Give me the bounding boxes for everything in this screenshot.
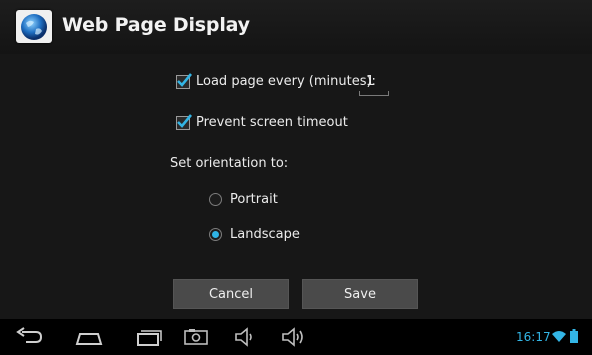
settings-panel: Load page every (minutes): 1 Prevent scr…: [0, 54, 592, 319]
prevent-timeout-row[interactable]: Prevent screen timeout: [176, 113, 348, 130]
volume-down-icon[interactable]: [233, 326, 257, 348]
orientation-label: Set orientation to:: [170, 156, 289, 171]
minutes-input[interactable]: 1: [359, 73, 389, 96]
screenshot-icon[interactable]: [183, 326, 209, 348]
check-icon: [177, 113, 192, 128]
home-icon[interactable]: [74, 326, 104, 348]
load-page-label: Load page every (minutes):: [196, 74, 376, 89]
prevent-timeout-checkbox[interactable]: [176, 113, 192, 130]
back-icon[interactable]: [14, 326, 44, 348]
landscape-label: Landscape: [230, 227, 300, 242]
check-icon: [177, 72, 192, 87]
portrait-radio[interactable]: [209, 193, 222, 206]
load-page-row[interactable]: Load page every (minutes):: [176, 72, 376, 89]
portrait-label: Portrait: [230, 192, 278, 207]
clock: 16:17: [516, 330, 551, 344]
orientation-heading: Set orientation to:: [170, 156, 288, 171]
landscape-radio[interactable]: [209, 228, 222, 241]
app-title: Web Page Display: [62, 14, 250, 36]
save-button[interactable]: Save: [302, 279, 418, 309]
system-nav-bar: 16:17: [0, 319, 592, 355]
volume-up-icon[interactable]: [280, 326, 306, 348]
wifi-icon: [552, 331, 566, 342]
action-bar: Web Page Display: [0, 0, 592, 54]
load-page-checkbox[interactable]: [176, 72, 192, 89]
cancel-button[interactable]: Cancel: [173, 279, 289, 309]
recent-apps-icon[interactable]: [134, 326, 164, 348]
prevent-timeout-label: Prevent screen timeout: [196, 115, 348, 130]
globe-icon: [16, 10, 52, 43]
landscape-option[interactable]: Landscape: [209, 227, 300, 242]
portrait-option[interactable]: Portrait: [209, 192, 278, 207]
battery-icon: [570, 329, 578, 343]
minutes-value: 1: [366, 74, 375, 89]
